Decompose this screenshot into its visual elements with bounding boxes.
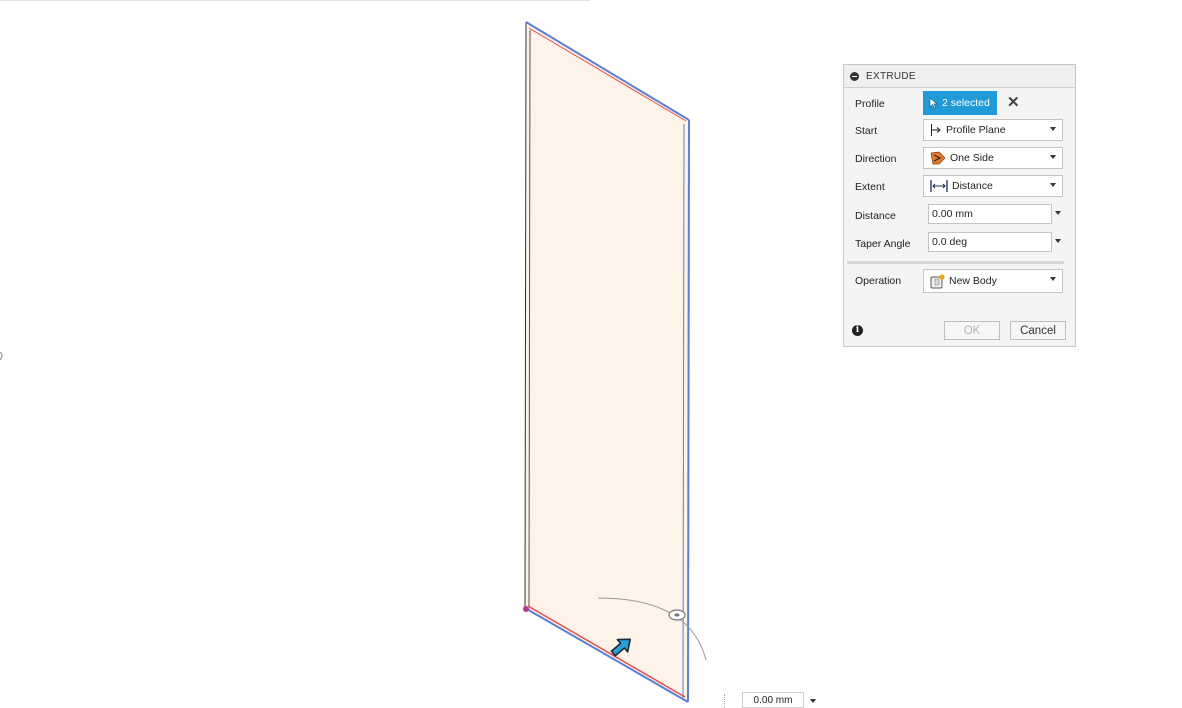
extent-row: Extent Distance bbox=[844, 175, 1075, 199]
new-body-icon bbox=[930, 273, 945, 289]
taper-angle-dropdown-icon[interactable] bbox=[1055, 239, 1061, 243]
operation-row: Operation New Body bbox=[844, 269, 1075, 293]
direction-value: One Side bbox=[950, 152, 994, 164]
profile-label: Profile bbox=[855, 98, 885, 110]
canvas-distance-input[interactable]: 0.00 mm bbox=[742, 692, 804, 708]
extent-value: Distance bbox=[952, 180, 993, 192]
extrude-dialog: EXTRUDE Profile 2 selected ✕ Start Profi… bbox=[843, 64, 1076, 347]
chevron-down-icon bbox=[1050, 183, 1056, 187]
chevron-down-icon bbox=[1050, 155, 1056, 159]
operation-value: New Body bbox=[949, 275, 997, 287]
direction-row: Direction One Side bbox=[844, 147, 1075, 171]
dialog-title: EXTRUDE bbox=[866, 70, 916, 82]
start-select[interactable]: Profile Plane bbox=[923, 119, 1063, 141]
section-divider bbox=[847, 261, 1064, 264]
taper-angle-label: Taper Angle bbox=[855, 238, 911, 250]
one-side-icon bbox=[930, 151, 946, 165]
start-label: Start bbox=[855, 125, 878, 137]
cancel-button[interactable]: Cancel bbox=[1010, 321, 1066, 340]
sketch-point[interactable] bbox=[523, 606, 529, 612]
distance-label: Distance bbox=[855, 210, 896, 222]
operation-label: Operation bbox=[855, 275, 902, 287]
taper-angle-input[interactable]: 0.0 deg bbox=[928, 232, 1052, 252]
profile-selection-button[interactable]: 2 selected bbox=[923, 91, 997, 115]
distance-input[interactable]: 0.00 mm bbox=[928, 204, 1052, 224]
drag-handle[interactable] bbox=[724, 694, 726, 708]
direction-label: Direction bbox=[855, 153, 897, 165]
selected-profile-face[interactable] bbox=[525, 22, 689, 702]
info-icon[interactable]: i bbox=[852, 325, 863, 336]
clear-selection-icon[interactable]: ✕ bbox=[1007, 93, 1020, 111]
offscreen-edge-marker bbox=[0, 351, 3, 361]
distance-dropdown-icon[interactable] bbox=[1055, 211, 1061, 215]
dialog-header: EXTRUDE bbox=[844, 65, 1075, 88]
chevron-down-icon bbox=[1050, 127, 1056, 131]
collapse-icon[interactable] bbox=[850, 71, 859, 81]
operation-select[interactable]: New Body bbox=[923, 269, 1063, 293]
start-value: Profile Plane bbox=[946, 124, 1006, 136]
profile-row: Profile 2 selected ✕ bbox=[844, 91, 1075, 116]
ok-button[interactable]: OK bbox=[944, 321, 1000, 340]
canvas-distance-dropdown-icon[interactable] bbox=[810, 699, 816, 703]
taper-angle-row: Taper Angle 0.0 deg bbox=[844, 232, 1075, 256]
direction-select[interactable]: One Side bbox=[923, 147, 1063, 169]
taper-angle-handle[interactable] bbox=[668, 609, 686, 621]
extent-label: Extent bbox=[855, 181, 885, 193]
chevron-down-icon bbox=[1050, 277, 1056, 281]
distance-row: Distance 0.00 mm bbox=[844, 204, 1075, 228]
start-row: Start Profile Plane bbox=[844, 119, 1075, 143]
distance-icon bbox=[930, 180, 948, 192]
extent-select[interactable]: Distance bbox=[923, 175, 1063, 197]
profile-selection-count: 2 selected bbox=[942, 97, 990, 109]
profile-plane-icon bbox=[930, 124, 942, 136]
cursor-arrow-icon bbox=[929, 97, 938, 109]
canvas-distance-input-group: 0.00 mm bbox=[724, 692, 820, 708]
